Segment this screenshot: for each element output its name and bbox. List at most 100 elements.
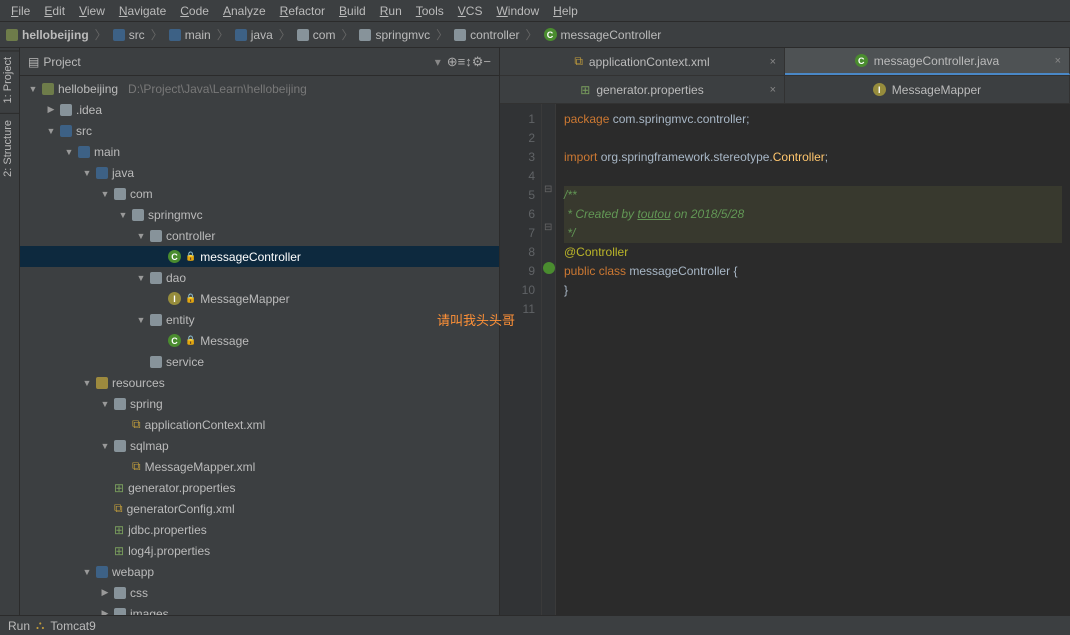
menu-edit[interactable]: Edit: [37, 4, 72, 18]
tree-node[interactable]: ▶.idea: [20, 99, 499, 120]
expand-arrow-icon[interactable]: ▼: [118, 210, 128, 220]
expand-arrow-icon[interactable]: ▼: [82, 168, 92, 178]
editor-tab[interactable]: CmessageController.java×: [785, 48, 1070, 75]
tool-tab-structure[interactable]: 2: Structure: [0, 113, 19, 183]
tree-node[interactable]: ▼springmvc: [20, 204, 499, 225]
tree-node[interactable]: ▼ entity: [20, 309, 499, 330]
tool-tab-project[interactable]: 1: Project: [0, 50, 19, 109]
expand-arrow-icon[interactable]: ▼: [46, 126, 56, 136]
expand-arrow-icon[interactable]: ▼: [82, 378, 92, 388]
tree-node[interactable]: ▼resources: [20, 372, 499, 393]
tree-node[interactable]: ▼src: [20, 120, 499, 141]
menu-view[interactable]: View: [72, 4, 112, 18]
close-icon[interactable]: ×: [770, 84, 776, 96]
expand-arrow-icon[interactable]: ▼: [82, 567, 92, 577]
menu-build[interactable]: Build: [332, 4, 373, 18]
code-editor[interactable]: 1234567891011 ⊟⊟ package com.springmvc.c…: [500, 104, 1070, 615]
breadcrumb-item[interactable]: java: [235, 28, 273, 42]
tree-node[interactable]: service: [20, 351, 499, 372]
expand-arrow-icon[interactable]: ▶: [100, 587, 110, 598]
breadcrumb-item[interactable]: com: [297, 28, 336, 42]
expand-arrow-icon[interactable]: ▶: [46, 104, 56, 115]
panel-tool-button[interactable]: ⊕: [447, 54, 458, 69]
breadcrumb-item[interactable]: CmessageController: [544, 28, 662, 42]
close-icon[interactable]: ×: [1055, 55, 1061, 67]
tree-node[interactable]: ▶images: [20, 603, 499, 615]
breadcrumb-item[interactable]: controller: [454, 28, 519, 42]
expand-arrow-icon[interactable]: ▼: [64, 147, 74, 157]
code-line[interactable]: package com.springmvc.controller;: [564, 110, 1062, 129]
fold-toggle-icon[interactable]: ⊟: [544, 222, 552, 233]
tree-node[interactable]: ▶css: [20, 582, 499, 603]
tree-node[interactable]: ▼java: [20, 162, 499, 183]
line-number: 2: [500, 129, 535, 148]
expand-arrow-icon[interactable]: ▼: [136, 231, 146, 241]
code-line[interactable]: public class messageController {: [564, 262, 1062, 281]
panel-tool-button[interactable]: −: [483, 54, 491, 69]
tree-node[interactable]: C🔒messageController: [20, 246, 499, 267]
close-icon[interactable]: ×: [770, 56, 776, 68]
tree-node[interactable]: ▼dao: [20, 267, 499, 288]
tree-node[interactable]: ▼hellobeijingD:\Project\Java\Learn\hello…: [20, 78, 499, 99]
menu-tools[interactable]: Tools: [409, 4, 451, 18]
panel-tool-button[interactable]: ⚙: [472, 54, 484, 69]
chevron-down-icon[interactable]: ▾: [435, 55, 441, 69]
expand-arrow-icon[interactable]: ▼: [100, 441, 110, 451]
fold-toggle-icon[interactable]: ⊟: [544, 184, 552, 195]
code-line[interactable]: [564, 300, 1062, 319]
code-line[interactable]: import org.springframework.stereotype.Co…: [564, 148, 1062, 167]
breadcrumb-item[interactable]: main: [169, 28, 211, 42]
editor-tab[interactable]: ⧉applicationContext.xml×: [500, 48, 785, 75]
expand-arrow-icon[interactable]: ▼: [100, 399, 110, 409]
menu-refactor[interactable]: Refactor: [273, 4, 332, 18]
code-line[interactable]: [564, 167, 1062, 186]
tree-node[interactable]: ⊞generator.properties: [20, 477, 499, 498]
tree-node-label: com: [130, 187, 153, 201]
editor-tab[interactable]: ⊞generator.properties×: [500, 76, 785, 103]
tree-node[interactable]: C🔒Message: [20, 330, 499, 351]
code-line[interactable]: */: [564, 224, 1062, 243]
tree-node-label: MessageMapper.xml: [145, 460, 256, 474]
code-text[interactable]: package com.springmvc.controller; import…: [556, 104, 1070, 615]
menu-navigate[interactable]: Navigate: [112, 4, 173, 18]
tree-node[interactable]: ▼spring: [20, 393, 499, 414]
tree-node[interactable]: I🔒MessageMapper: [20, 288, 499, 309]
expand-arrow-icon[interactable]: ▼: [136, 273, 146, 283]
tree-node[interactable]: ▼ com: [20, 183, 499, 204]
tree-node[interactable]: ⧉MessageMapper.xml: [20, 456, 499, 477]
breadcrumb-item[interactable]: src: [113, 28, 145, 42]
breadcrumb-item[interactable]: springmvc: [359, 28, 430, 42]
tree-node[interactable]: ⧉applicationContext.xml: [20, 414, 499, 435]
run-gutter-icon[interactable]: [543, 262, 555, 274]
tree-node-label: entity: [166, 313, 195, 327]
menu-vcs[interactable]: VCS: [451, 4, 490, 18]
expand-arrow-icon[interactable]: ▼: [136, 315, 146, 325]
menu-help[interactable]: Help: [546, 4, 585, 18]
code-line[interactable]: [564, 129, 1062, 148]
tree-node[interactable]: ▼webapp: [20, 561, 499, 582]
tree-node[interactable]: ⊞log4j.properties: [20, 540, 499, 561]
expand-arrow-icon[interactable]: ▼: [100, 189, 110, 199]
tree-node[interactable]: ▼sqlmap: [20, 435, 499, 456]
menu-code[interactable]: Code: [173, 4, 216, 18]
tree-node[interactable]: ▼main: [20, 141, 499, 162]
expand-arrow-icon[interactable]: ▼: [28, 84, 38, 94]
breadcrumb-item[interactable]: hellobeijing: [6, 28, 89, 42]
folder-icon: [78, 146, 90, 158]
project-tree[interactable]: ▼hellobeijingD:\Project\Java\Learn\hello…: [20, 76, 499, 615]
code-line[interactable]: @Controller: [564, 243, 1062, 262]
menu-analyze[interactable]: Analyze: [216, 4, 273, 18]
tree-node[interactable]: ⊞jdbc.properties: [20, 519, 499, 540]
run-label[interactable]: Run: [8, 619, 30, 633]
tree-node[interactable]: ▼controller: [20, 225, 499, 246]
menu-window[interactable]: Window: [489, 4, 546, 18]
menu-run[interactable]: Run: [373, 4, 409, 18]
expand-arrow-icon[interactable]: ▶: [100, 608, 110, 615]
tree-node[interactable]: ⧉generatorConfig.xml: [20, 498, 499, 519]
run-config-name[interactable]: Tomcat9: [50, 619, 95, 633]
code-line[interactable]: /**: [564, 186, 1062, 205]
code-line[interactable]: * Created by toutou on 2018/5/28: [564, 205, 1062, 224]
menu-file[interactable]: File: [4, 4, 37, 18]
editor-tab[interactable]: IMessageMapper: [785, 76, 1070, 103]
code-line[interactable]: }: [564, 281, 1062, 300]
